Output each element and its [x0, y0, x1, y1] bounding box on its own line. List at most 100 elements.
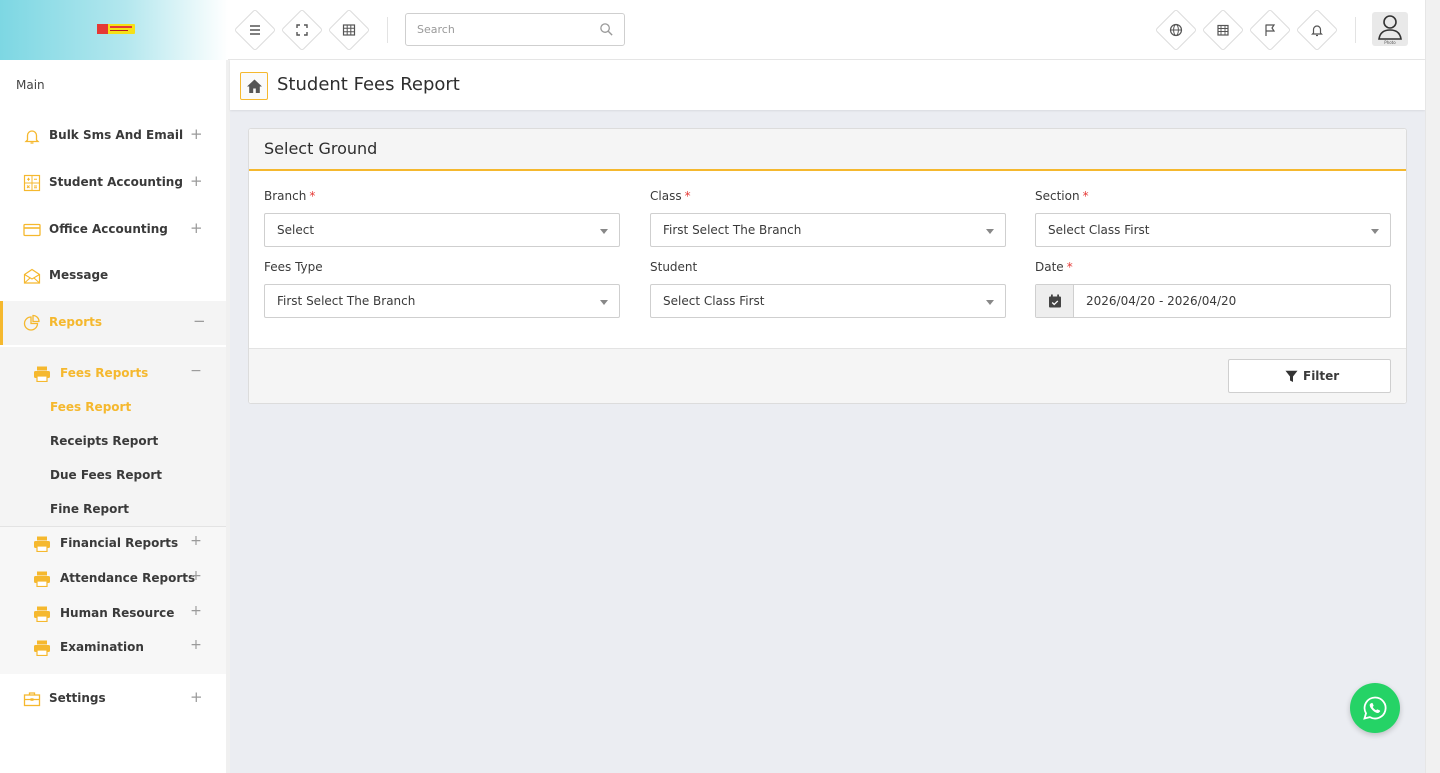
- sidebar-link-fine-report[interactable]: Fine Report: [50, 502, 129, 516]
- sidebar-item-message[interactable]: Message: [0, 254, 226, 298]
- expand-toggle[interactable]: +: [190, 533, 202, 549]
- filter-button-label: Filter: [1303, 369, 1340, 383]
- sidebar-group-label: Human Resource: [60, 606, 175, 620]
- calculator-icon: [23, 174, 41, 192]
- reports-submenu: Fees Reports − Fees Report Receipts Repo…: [0, 347, 226, 527]
- sidebar-item-label: Reports: [49, 315, 103, 329]
- sidebar-group-label: Fees Reports: [60, 366, 149, 380]
- bell-icon: [24, 130, 40, 144]
- required-marker: *: [309, 189, 316, 203]
- apps-grid-button[interactable]: [327, 8, 371, 52]
- fullscreen-button[interactable]: [280, 8, 324, 52]
- sidebar-item-label: Message: [49, 268, 109, 282]
- hamburger-menu-icon: [250, 25, 260, 35]
- events-button[interactable]: [1248, 8, 1292, 52]
- chevron-down-icon: [600, 300, 608, 305]
- card-title: Select Ground: [264, 139, 378, 158]
- expand-icon: [296, 24, 308, 36]
- section-select[interactable]: Select Class First: [1035, 213, 1391, 247]
- sidebar-group-financial-reports[interactable]: Financial Reports +: [0, 527, 226, 561]
- search-box[interactable]: [405, 13, 625, 46]
- page-header: Student Fees Report: [230, 60, 1425, 110]
- whatsapp-button[interactable]: [1350, 683, 1400, 733]
- sidebar-item-settings[interactable]: Settings +: [0, 677, 226, 721]
- school-logo[interactable]: [97, 24, 135, 34]
- notifications-button[interactable]: [1295, 8, 1339, 52]
- sidebar-item-student-accounting[interactable]: Student Accounting +: [0, 161, 226, 205]
- calendar-icon: [1217, 24, 1229, 36]
- branch-select-value: Select: [277, 223, 315, 237]
- envelope-icon: [23, 268, 41, 284]
- student-select[interactable]: Select Class First: [650, 284, 1006, 318]
- expand-toggle[interactable]: +: [190, 219, 203, 237]
- card-header: Select Ground: [249, 129, 1406, 171]
- user-icon: [1378, 15, 1402, 40]
- logo-area: [0, 0, 228, 60]
- page-scrollbar[interactable]: [1425, 0, 1440, 773]
- sidebar-item-bulk-sms-and-email[interactable]: Bulk Sms And Email +: [0, 114, 226, 158]
- sidebar-group-examination[interactable]: Examination +: [0, 631, 226, 665]
- card-footer: Filter: [249, 348, 1406, 403]
- search-icon[interactable]: [599, 22, 614, 37]
- required-marker: *: [1082, 189, 1089, 203]
- collapse-toggle[interactable]: −: [190, 363, 202, 379]
- toolbar-divider: [1355, 17, 1356, 43]
- globe-icon: [1169, 23, 1183, 37]
- bell-icon: [1311, 25, 1323, 37]
- branch-select[interactable]: Select: [264, 213, 620, 247]
- fees-type-select-value: First Select The Branch: [277, 294, 416, 308]
- sidebar-link-receipts-report[interactable]: Receipts Report: [50, 434, 158, 448]
- sidebar-link-fees-report[interactable]: Fees Report: [50, 400, 131, 414]
- pie-chart-icon: [23, 314, 40, 331]
- sidebar-item-label: Office Accounting: [49, 222, 168, 236]
- sidebar-group-label: Examination: [60, 640, 144, 654]
- filter-card: Select Ground Branch * Select Class * Firs…: [248, 128, 1407, 404]
- home-icon: [247, 79, 262, 93]
- language-button[interactable]: [1154, 8, 1198, 52]
- sidebar-group-fees-reports[interactable]: Fees Reports −: [0, 357, 226, 391]
- sidebar-item-reports[interactable]: Reports −: [0, 301, 226, 345]
- class-select-value: First Select The Branch: [663, 223, 802, 237]
- chevron-down-icon: [986, 229, 994, 234]
- sidebar-section-label: Main: [16, 78, 45, 92]
- sidebar-group-attendance-reports[interactable]: Attendance Reports +: [0, 562, 226, 596]
- expand-toggle[interactable]: +: [190, 172, 203, 190]
- top-bar: Photo: [0, 0, 1425, 60]
- filter-button[interactable]: Filter: [1228, 359, 1391, 393]
- home-button[interactable]: [240, 72, 268, 100]
- printer-icon: [34, 606, 50, 622]
- collapse-toggle[interactable]: −: [193, 312, 206, 330]
- sidebar-scrollbar[interactable]: [226, 60, 230, 773]
- calendar-button[interactable]: [1201, 8, 1245, 52]
- chevron-down-icon: [986, 300, 994, 305]
- class-select[interactable]: First Select The Branch: [650, 213, 1006, 247]
- sidebar-group-human-resource[interactable]: Human Resource +: [0, 597, 226, 631]
- user-avatar[interactable]: Photo: [1372, 12, 1408, 46]
- date-range-value: 2026/04/20 - 2026/04/20: [1086, 294, 1237, 308]
- credit-card-icon: [23, 223, 41, 237]
- class-label: Class *: [650, 189, 691, 203]
- sidebar-toggle-button[interactable]: [233, 8, 277, 52]
- required-marker: *: [684, 189, 691, 203]
- sidebar-item-label: Student Accounting: [49, 175, 183, 189]
- fees-type-select[interactable]: First Select The Branch: [264, 284, 620, 318]
- sidebar-group-label: Attendance Reports: [60, 571, 196, 585]
- briefcase-icon: [23, 692, 41, 707]
- whatsapp-icon: [1363, 696, 1387, 720]
- expand-toggle[interactable]: +: [190, 688, 203, 706]
- branch-label: Branch *: [264, 189, 316, 203]
- expand-toggle[interactable]: +: [190, 125, 203, 143]
- student-label: Student: [650, 260, 698, 274]
- expand-toggle[interactable]: +: [190, 568, 202, 584]
- date-range-input[interactable]: 2026/04/20 - 2026/04/20: [1035, 284, 1391, 318]
- search-input[interactable]: [406, 14, 596, 45]
- sidebar-item-office-accounting[interactable]: Office Accounting +: [0, 208, 226, 252]
- sidebar-item-label: Settings: [49, 691, 106, 705]
- sidebar-link-due-fees-report[interactable]: Due Fees Report: [50, 468, 162, 482]
- flag-icon: [1265, 24, 1276, 36]
- sidebar-group-label: Financial Reports: [60, 536, 179, 550]
- expand-toggle[interactable]: +: [190, 637, 202, 653]
- date-addon[interactable]: [1036, 285, 1074, 317]
- reports-groups: Financial Reports + Attendance Reports +…: [0, 527, 226, 674]
- expand-toggle[interactable]: +: [190, 603, 202, 619]
